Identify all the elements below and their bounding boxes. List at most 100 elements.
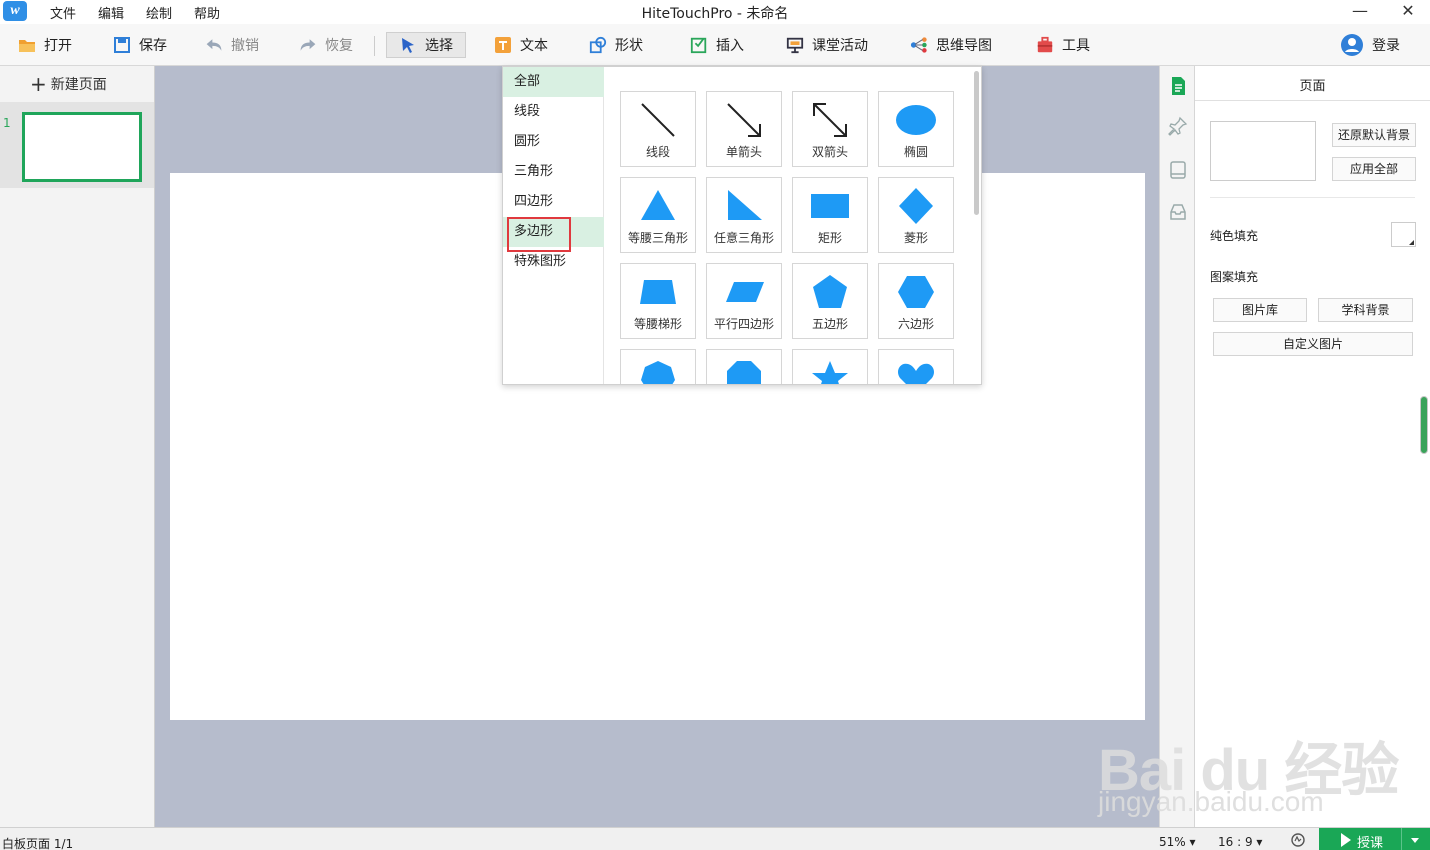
ellipse-icon <box>896 105 936 135</box>
presentation-board-icon <box>786 37 804 54</box>
pin-icon[interactable] <box>1168 116 1188 136</box>
restore-default-background-button[interactable]: 还原默认背景 <box>1332 123 1416 147</box>
shape-label: 五边形 <box>811 317 848 331</box>
shape-label: 矩形 <box>817 231 842 245</box>
panel-divider <box>1195 100 1430 101</box>
open-button[interactable]: 打开 <box>18 32 72 58</box>
teach-button[interactable]: 授课 <box>1319 828 1430 850</box>
tools-label: 工具 <box>1062 38 1090 54</box>
app-logo-icon: w <box>3 1 27 21</box>
shape-tile-pentagon[interactable]: 五边形 <box>792 263 868 339</box>
apply-all-button[interactable]: 应用全部 <box>1332 157 1416 181</box>
shape-label: 等腰梯形 <box>633 317 682 331</box>
shape-tile-parallelogram[interactable]: 平行四边形 <box>706 263 782 339</box>
shape-tile-heart[interactable] <box>878 349 954 384</box>
redo-icon <box>300 39 316 51</box>
shape-label: 菱形 <box>903 231 928 245</box>
insert-label: 插入 <box>716 38 744 54</box>
category-circles[interactable]: 圆形 <box>503 127 604 157</box>
shape-tile-isosceles-trapezoid[interactable]: 等腰梯形 <box>620 263 696 339</box>
undo-button[interactable]: 撤销 <box>205 32 259 58</box>
menu-draw[interactable]: 绘制 <box>146 3 172 22</box>
aspect-ratio-select[interactable]: 16 : 9 ▾ <box>1218 835 1262 849</box>
double-arrow-icon <box>813 103 847 137</box>
teach-dropdown-button[interactable] <box>1401 828 1430 850</box>
shape-tile-heptagon[interactable] <box>620 349 696 384</box>
text-label: 文本 <box>520 38 548 54</box>
shape-grid: 线段 单箭头 双箭头 椭圆 等腰三角形 任意三角形 矩形 菱形 等腰梯形 平行四… <box>620 91 960 384</box>
slide-number: 1 <box>3 116 11 130</box>
solid-fill-color-picker[interactable] <box>1391 222 1416 247</box>
category-quadrilaterals[interactable]: 四边形 <box>503 187 604 217</box>
panel-title: 页面 <box>1299 79 1326 94</box>
folder-icon <box>19 40 35 52</box>
menu-edit[interactable]: 编辑 <box>98 3 124 22</box>
status-bar: 白板页面 1/1 51% ▾ 16 : 9 ▾ 授课 <box>0 827 1430 850</box>
tools-button[interactable]: 工具 <box>1036 32 1090 58</box>
shape-button[interactable]: 形状 <box>589 32 643 58</box>
inbox-icon[interactable] <box>1168 202 1188 222</box>
undo-label: 撤销 <box>231 38 259 54</box>
shape-label: 椭圆 <box>903 145 928 159</box>
new-page-button[interactable]: + 新建页面 <box>30 74 107 94</box>
close-button[interactable]: ✕ <box>1390 0 1426 24</box>
login-button[interactable]: 登录 <box>1340 32 1400 58</box>
shape-label: 双箭头 <box>811 145 848 159</box>
trapezoid-icon <box>640 280 676 304</box>
subject-background-button[interactable]: 学科背景 <box>1318 298 1413 322</box>
minimize-button[interactable]: — <box>1342 0 1378 24</box>
shape-tile-any-triangle[interactable]: 任意三角形 <box>706 177 782 253</box>
scalene-triangle-icon <box>728 190 762 220</box>
category-triangles[interactable]: 三角形 <box>503 157 604 187</box>
zoom-value: 51% <box>1159 835 1186 849</box>
new-page-label: 新建页面 <box>50 77 107 93</box>
slide-thumbnail[interactable] <box>22 112 142 182</box>
insert-button[interactable]: 插入 <box>690 32 744 58</box>
user-avatar-icon <box>1341 34 1363 56</box>
shape-tile-rhombus[interactable]: 菱形 <box>878 177 954 253</box>
category-all[interactable]: 全部 <box>503 67 604 97</box>
book-icon[interactable] <box>1168 160 1188 180</box>
shape-tile-isosceles-triangle[interactable]: 等腰三角形 <box>620 177 696 253</box>
shape-tile-octagon[interactable] <box>706 349 782 384</box>
slide-list-item[interactable]: 1 <box>0 102 154 188</box>
heart-icon <box>898 363 934 384</box>
shape-tile-line[interactable]: 线段 <box>620 91 696 167</box>
text-button[interactable]: 文本 <box>494 32 548 58</box>
image-gallery-button[interactable]: 图片库 <box>1213 298 1307 322</box>
mindmap-label: 思维导图 <box>936 38 992 54</box>
save-button[interactable]: 保存 <box>113 32 167 58</box>
shape-tile-hexagon[interactable]: 六边形 <box>878 263 954 339</box>
shapes-scrollbar[interactable] <box>974 71 979 215</box>
rhombus-icon <box>899 188 933 224</box>
select-button[interactable]: 选择 <box>386 32 466 58</box>
redo-button[interactable]: 恢复 <box>299 32 353 58</box>
rectangle-icon <box>811 194 849 218</box>
page-info: 白板页面 1/1 <box>2 837 74 850</box>
category-lines[interactable]: 线段 <box>503 97 604 127</box>
menu-help[interactable]: 帮助 <box>194 3 220 22</box>
shape-tile-star[interactable] <box>792 349 868 384</box>
pattern-fill-label: 图案填充 <box>1210 270 1259 284</box>
custom-image-button[interactable]: 自定义图片 <box>1213 332 1413 356</box>
class-activity-button[interactable]: 课堂活动 <box>786 32 868 58</box>
zoom-select[interactable]: 51% ▾ <box>1159 835 1196 849</box>
watermark-url: jingyan.baidu.com <box>1098 786 1324 817</box>
shape-tile-single-arrow[interactable]: 单箭头 <box>706 91 782 167</box>
pentagon-icon <box>813 275 847 308</box>
menu-file[interactable]: 文件 <box>50 3 76 22</box>
shape-tile-rectangle[interactable]: 矩形 <box>792 177 868 253</box>
shape-label: 单箭头 <box>725 145 762 159</box>
panel-separator <box>1210 197 1415 198</box>
panel-scrollbar[interactable] <box>1420 396 1428 454</box>
aspect-ratio-value: 16 : 9 <box>1218 835 1253 849</box>
shape-tile-ellipse[interactable]: 椭圆 <box>878 91 954 167</box>
page-properties-panel: 页面 还原默认背景 应用全部 纯色填充 图案填充 图片库 学科背景 自定义图片 <box>1195 66 1430 827</box>
shape-tile-double-arrow[interactable]: 双箭头 <box>792 91 868 167</box>
mindmap-button[interactable]: 思维导图 <box>910 32 992 58</box>
page-settings-icon[interactable] <box>1168 76 1188 96</box>
play-icon <box>1341 833 1351 847</box>
shape-label: 六边形 <box>897 317 934 331</box>
hand-gesture-icon[interactable] <box>1290 832 1306 848</box>
save-icon <box>114 37 130 53</box>
